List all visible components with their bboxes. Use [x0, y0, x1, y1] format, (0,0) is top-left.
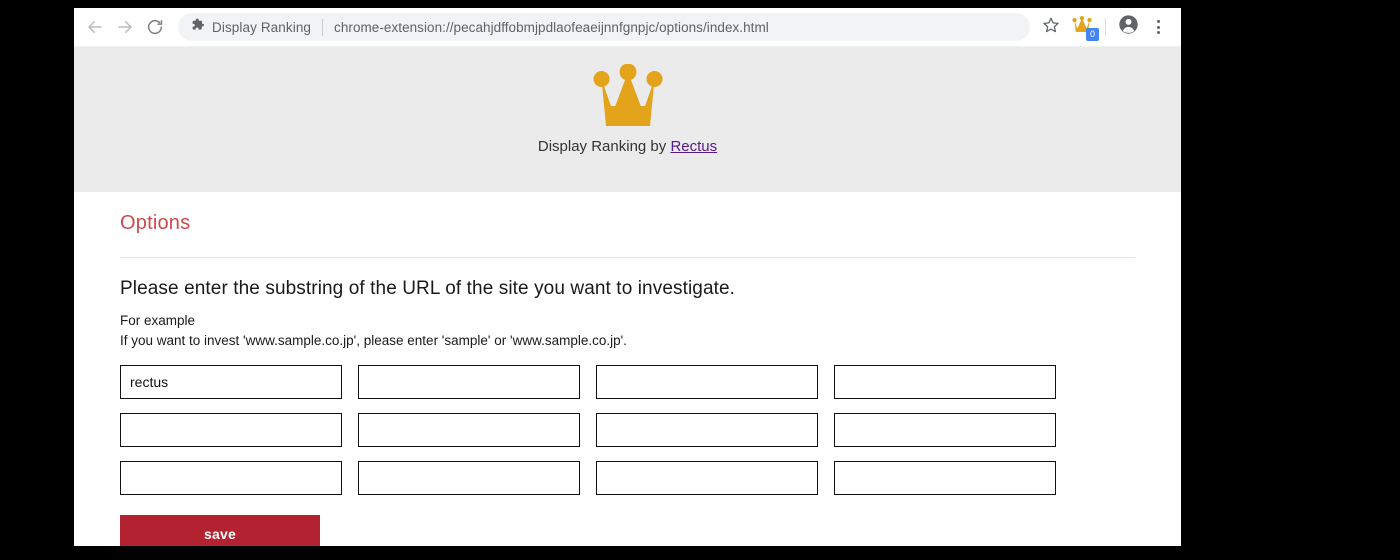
url-substring-input-11[interactable] — [596, 461, 818, 495]
page-content: Display Ranking by Rectus Options Please… — [74, 47, 1181, 546]
toolbar-actions: 0 — [1036, 12, 1173, 42]
star-icon — [1042, 16, 1060, 39]
brand-line: Display Ranking by Rectus — [538, 138, 717, 155]
puzzle-piece-icon — [190, 17, 205, 37]
brand-prefix-text: Display Ranking by — [537, 138, 671, 155]
example-heading: For example — [120, 313, 196, 328]
url-substring-input-5[interactable] — [120, 413, 342, 447]
reload-button[interactable] — [140, 12, 170, 42]
crown-extension-button[interactable]: 0 — [1066, 12, 1099, 42]
forward-arrow-icon — [116, 18, 134, 36]
back-button[interactable] — [80, 12, 110, 42]
url-text: chrome-extension://pecahjdffobmjpdlaofea… — [334, 19, 769, 35]
account-avatar-icon — [1118, 14, 1139, 40]
rectus-link[interactable]: Rectus — [670, 138, 717, 155]
url-substring-input-4[interactable] — [834, 365, 1056, 399]
profile-button[interactable] — [1113, 12, 1143, 42]
url-substring-input-8[interactable] — [834, 413, 1056, 447]
bookmark-button[interactable] — [1036, 12, 1066, 42]
site-header: Display Ranking by Rectus — [74, 47, 1181, 192]
toolbar-divider — [1105, 18, 1106, 36]
url-substring-input-2[interactable] — [358, 365, 580, 399]
browser-toolbar: Display Ranking chrome-extension://pecah… — [74, 8, 1181, 47]
extension-title: Display Ranking — [212, 19, 312, 35]
url-substring-input-10[interactable] — [358, 461, 580, 495]
page-title: Options — [120, 212, 191, 234]
title-divider — [120, 257, 1135, 258]
browser-menu-button[interactable] — [1143, 12, 1173, 42]
url-substring-input-9[interactable] — [120, 461, 342, 495]
back-arrow-icon — [86, 18, 104, 36]
screenshot-root: Display Ranking chrome-extension://pecah… — [0, 0, 1400, 560]
forward-button[interactable] — [110, 12, 140, 42]
url-substring-input-6[interactable] — [358, 413, 580, 447]
example-block: For example If you want to invest 'www.s… — [120, 311, 1135, 351]
url-substring-input-12[interactable] — [834, 461, 1056, 495]
crown-logo-icon — [593, 64, 663, 130]
browser-window: Display Ranking chrome-extension://pecah… — [74, 8, 1181, 546]
url-substring-field-grid — [120, 365, 1135, 495]
reload-icon — [146, 18, 164, 36]
save-button[interactable]: save — [120, 515, 320, 546]
extension-origin-chip: Display Ranking — [190, 17, 311, 37]
options-content: Options Please enter the substring of th… — [74, 192, 1181, 546]
url-substring-input-1[interactable] — [120, 365, 342, 399]
three-dot-menu-icon — [1156, 20, 1160, 34]
address-bar[interactable]: Display Ranking chrome-extension://pecah… — [178, 13, 1030, 41]
instruction-text: Please enter the substring of the URL of… — [120, 278, 736, 299]
extension-badge-count: 0 — [1086, 28, 1099, 41]
omnibox-separator — [322, 18, 324, 36]
example-body: If you want to invest 'www.sample.co.jp'… — [120, 333, 627, 348]
url-substring-input-7[interactable] — [596, 413, 818, 447]
url-substring-input-3[interactable] — [596, 365, 818, 399]
